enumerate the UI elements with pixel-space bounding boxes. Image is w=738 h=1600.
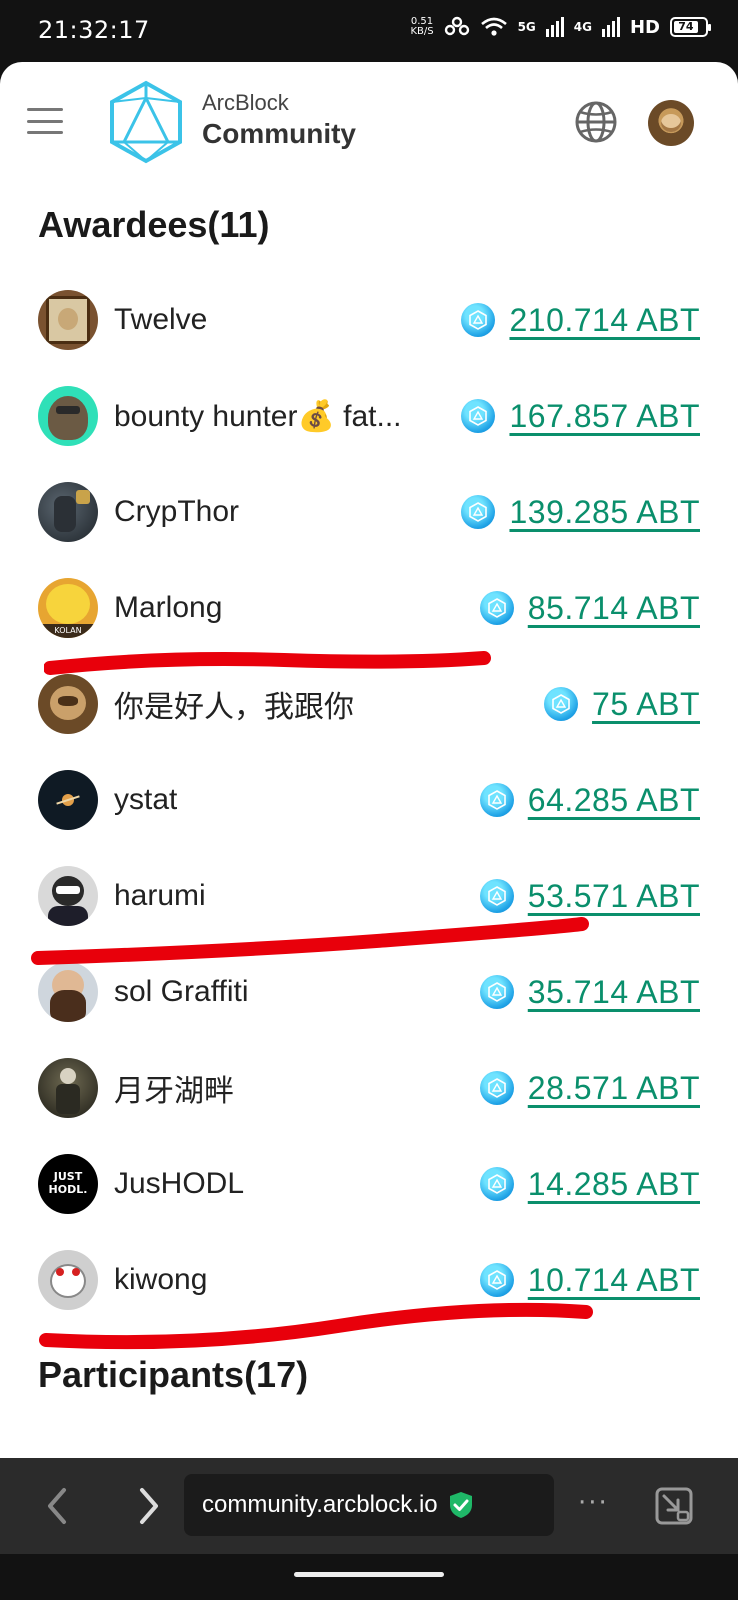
awardee-row[interactable]: kiwong 10.714 ABT [38, 1250, 700, 1310]
signal-4g: 4G [573, 20, 592, 34]
awardee-name[interactable]: ystat [114, 783, 177, 817]
awardee-name[interactable]: Twelve [114, 303, 207, 337]
reward-amount[interactable]: 10.714 ABT [479, 1262, 700, 1299]
user-avatar[interactable] [648, 100, 694, 146]
back-icon[interactable] [38, 1484, 78, 1528]
awardee-name[interactable]: Marlong [114, 591, 222, 625]
arcblock-logo[interactable] [108, 80, 184, 164]
reward-amount[interactable]: 14.285 ABT [479, 1166, 700, 1203]
hamburger-menu-icon[interactable] [27, 108, 63, 134]
abt-coin-icon [544, 687, 579, 721]
abt-coin-icon [479, 591, 514, 625]
reward-amount[interactable]: 85.714 ABT [479, 590, 700, 627]
secure-shield-icon [449, 1492, 472, 1518]
site-header: ArcBlock Community [0, 62, 738, 182]
browser-toolbar: community.arcblock.io ··· [0, 1458, 738, 1554]
avatar[interactable]: JUST HODL. [38, 1154, 98, 1214]
awardee-name[interactable]: kiwong [114, 1263, 207, 1297]
globe-icon[interactable] [574, 100, 618, 144]
awardee-name[interactable]: bounty hunter💰 fat... [114, 399, 402, 434]
avatar[interactable] [38, 482, 98, 542]
avatar[interactable] [38, 386, 98, 446]
awardee-row[interactable]: ystat 64.285 ABT [38, 770, 700, 830]
abt-amount-link[interactable]: 14.285 ABT [528, 1166, 700, 1203]
brand-name[interactable]: ArcBlock Community [202, 90, 356, 150]
abt-amount-link[interactable]: 64.285 ABT [528, 782, 700, 819]
hd-indicator: HD [629, 16, 660, 38]
awardee-row[interactable]: CrypThor 139.285 ABT [38, 482, 700, 542]
awardee-name[interactable]: JusHODL [114, 1167, 244, 1201]
gesture-bar [0, 1554, 738, 1600]
abt-amount-link[interactable]: 210.714 ABT [509, 302, 700, 339]
reward-amount[interactable]: 64.285 ABT [479, 782, 700, 819]
forward-icon[interactable] [128, 1484, 168, 1528]
abt-coin-icon [479, 783, 514, 817]
abt-coin-icon [479, 1167, 514, 1201]
abt-coin-icon [461, 303, 496, 337]
awardee-row[interactable]: harumi 53.571 ABT [38, 866, 700, 926]
abt-amount-link[interactable]: 75 ABT [592, 686, 700, 723]
awardee-row[interactable]: 你是好人，我跟你 75 ABT [38, 674, 700, 734]
abt-amount-link[interactable]: 35.714 ABT [528, 974, 700, 1011]
awardee-row[interactable]: sol Graffiti 35.714 ABT [38, 962, 700, 1022]
awardee-name[interactable]: CrypThor [114, 495, 239, 529]
battery-icon: 74 [670, 17, 711, 37]
reward-amount[interactable]: 139.285 ABT [461, 494, 700, 531]
address-bar[interactable]: community.arcblock.io [184, 1474, 554, 1536]
awardee-name[interactable]: 月牙湖畔 [114, 1066, 234, 1110]
awardee-row[interactable]: JUST HODL. JusHODL 14.285 ABT [38, 1154, 700, 1214]
abt-coin-icon [461, 495, 496, 529]
abt-amount-link[interactable]: 53.571 ABT [528, 878, 700, 915]
reward-amount[interactable]: 210.714 ABT [461, 302, 700, 339]
abt-amount-link[interactable]: 85.714 ABT [528, 590, 700, 627]
signal-bars-icon [545, 17, 564, 37]
avatar[interactable] [38, 1250, 98, 1310]
avatar[interactable] [38, 290, 98, 350]
picture-in-picture-icon[interactable] [654, 1486, 694, 1526]
status-icons: 0.51 KB/S 5G 4G HD 74 [410, 16, 711, 38]
avatar[interactable] [38, 1058, 98, 1118]
reward-amount[interactable]: 28.571 ABT [479, 1070, 700, 1107]
abt-amount-link[interactable]: 10.714 ABT [528, 1262, 700, 1299]
abt-coin-icon [461, 399, 496, 433]
net-speed: 0.51 KB/S [410, 16, 434, 37]
status-bar: 21:32:17 0.51 KB/S 5G 4G HD 74 [0, 0, 738, 62]
awardee-row[interactable]: 月牙湖畔 28.571 ABT [38, 1058, 700, 1118]
hotspot-icon [444, 16, 469, 36]
page-content: ArcBlock Community Awardees(11) Twelve 2… [0, 62, 738, 1458]
awardee-name[interactable]: 你是好人，我跟你 [114, 682, 354, 726]
participants-title: Participants(17) [38, 1354, 309, 1395]
abt-amount-link[interactable]: 167.857 ABT [509, 398, 700, 435]
reward-amount[interactable]: 167.857 ABT [461, 398, 700, 435]
awardee-row[interactable]: KOLAN Marlong 85.714 ABT [38, 578, 700, 638]
status-time: 21:32:17 [38, 16, 150, 44]
abt-coin-icon [479, 975, 514, 1009]
reward-amount[interactable]: 75 ABT [544, 686, 700, 723]
abt-coin-icon [479, 879, 514, 913]
awardee-name[interactable]: sol Graffiti [114, 975, 249, 1009]
signal-bars-icon-2 [601, 17, 620, 37]
wifi-icon [480, 17, 507, 36]
avatar[interactable]: KOLAN [38, 578, 98, 638]
home-indicator[interactable] [294, 1572, 444, 1577]
awardee-row[interactable]: Twelve 210.714 ABT [38, 290, 700, 350]
abt-coin-icon [479, 1263, 514, 1297]
signal-5g: 5G [517, 20, 536, 34]
reward-amount[interactable]: 35.714 ABT [479, 974, 700, 1011]
more-options-icon[interactable]: ··· [578, 1488, 609, 1518]
awardee-name[interactable]: harumi [114, 879, 206, 913]
avatar[interactable] [38, 866, 98, 926]
awardees-title: Awardees(11) [38, 204, 270, 245]
reward-amount[interactable]: 53.571 ABT [479, 878, 700, 915]
abt-amount-link[interactable]: 139.285 ABT [509, 494, 700, 531]
avatar[interactable] [38, 962, 98, 1022]
abt-coin-icon [479, 1071, 514, 1105]
abt-amount-link[interactable]: 28.571 ABT [528, 1070, 700, 1107]
avatar[interactable] [38, 674, 98, 734]
avatar[interactable] [38, 770, 98, 830]
url-text[interactable]: community.arcblock.io [202, 1491, 438, 1519]
awardee-row[interactable]: bounty hunter💰 fat... 167.857 ABT [38, 386, 700, 446]
